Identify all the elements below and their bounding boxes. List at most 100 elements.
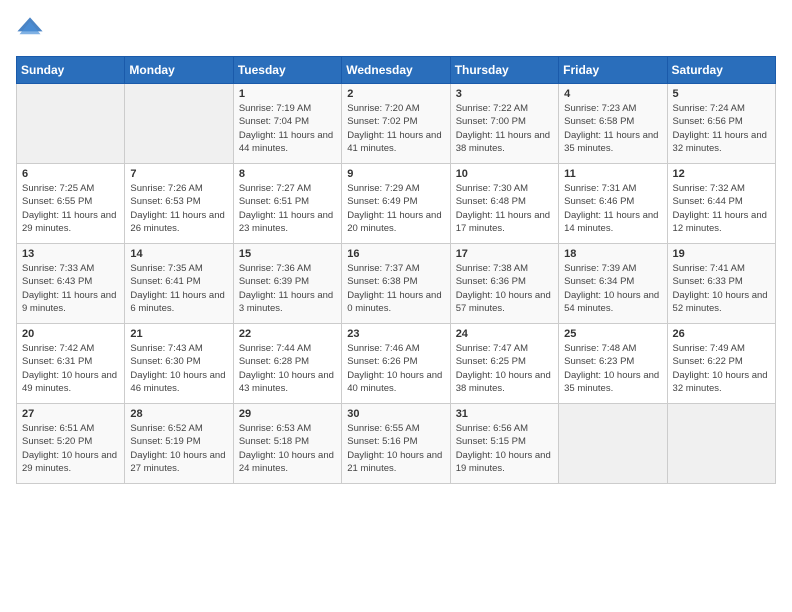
day-number: 11	[564, 168, 661, 180]
day-info: Sunrise: 7:32 AMSunset: 6:44 PMDaylight:…	[673, 182, 770, 235]
day-number: 16	[347, 248, 444, 260]
calendar-cell: 1Sunrise: 7:19 AMSunset: 7:04 PMDaylight…	[233, 84, 341, 164]
calendar-cell: 11 Sunrise: 7:31 AMSunset: 6:46 PMDayligh…	[559, 164, 667, 244]
day-number: 25	[564, 328, 661, 340]
calendar-cell	[559, 404, 667, 484]
day-number: 5	[673, 88, 770, 100]
day-number: 4	[564, 88, 661, 100]
day-number: 10	[456, 168, 553, 180]
calendar-cell: 9Sunrise: 7:29 AMSunset: 6:49 PMDaylight…	[342, 164, 450, 244]
calendar-cell	[17, 84, 125, 164]
calendar-cell: 30 Sunrise: 6:55 AMSunset: 5:16 PMDayligh…	[342, 404, 450, 484]
day-of-week-friday: Friday	[559, 57, 667, 84]
day-of-week-tuesday: Tuesday	[233, 57, 341, 84]
day-number: 3	[456, 88, 553, 100]
day-number: 26	[673, 328, 770, 340]
day-number: 28	[130, 408, 227, 420]
day-number: 14	[130, 248, 227, 260]
day-info: Sunrise: 7:39 AMSunset: 6:34 PMDaylight:…	[564, 262, 661, 315]
day-number: 18	[564, 248, 661, 260]
day-info: Sunrise: 7:31 AMSunset: 6:46 PMDaylight:…	[564, 182, 661, 235]
day-number: 17	[456, 248, 553, 260]
page-header	[16, 16, 776, 44]
day-info: Sunrise: 7:26 AMSunset: 6:53 PMDaylight:…	[130, 182, 227, 235]
calendar-cell: 7 Sunrise: 7:26 AMSunset: 6:53 PMDaylight…	[125, 164, 233, 244]
calendar-cell: 15 Sunrise: 7:36 AMSunset: 6:39 PMDayligh…	[233, 244, 341, 324]
day-of-week-monday: Monday	[125, 57, 233, 84]
day-info: Sunrise: 7:42 AMSunset: 6:31 PMDaylight:…	[22, 342, 119, 395]
day-info: Sunrise: 7:44 AMSunset: 6:28 PMDaylight:…	[239, 342, 336, 395]
day-number: 19	[673, 248, 770, 260]
calendar-cell: 16 Sunrise: 7:37 AMSunset: 6:38 PMDayligh…	[342, 244, 450, 324]
day-info: Sunrise: 6:56 AMSunset: 5:15 PMDaylight:…	[456, 422, 553, 475]
day-number: 15	[239, 248, 336, 260]
day-info: Sunrise: 6:55 AMSunset: 5:16 PMDaylight:…	[347, 422, 444, 475]
calendar-table: SundayMondayTuesdayWednesdayThursdayFrid…	[16, 56, 776, 484]
calendar-cell: 17Sunrise: 7:38 AMSunset: 6:36 PMDayligh…	[450, 244, 558, 324]
day-info: Sunrise: 7:37 AMSunset: 6:38 PMDaylight:…	[347, 262, 444, 315]
day-info: Sunrise: 7:22 AMSunset: 7:00 PMDaylight:…	[456, 102, 553, 155]
day-info: Sunrise: 6:51 AMSunset: 5:20 PMDaylight:…	[22, 422, 119, 475]
calendar-cell: 24 Sunrise: 7:47 AMSunset: 6:25 PMDayligh…	[450, 324, 558, 404]
logo	[16, 16, 48, 44]
day-number: 30	[347, 408, 444, 420]
calendar-cell: 12 Sunrise: 7:32 AMSunset: 6:44 PMDayligh…	[667, 164, 775, 244]
logo-icon	[16, 16, 44, 44]
calendar-cell: 31 Sunrise: 6:56 AMSunset: 5:15 PMDayligh…	[450, 404, 558, 484]
day-info: Sunrise: 7:29 AMSunset: 6:49 PMDaylight:…	[347, 182, 444, 235]
day-info: Sunrise: 7:49 AMSunset: 6:22 PMDaylight:…	[673, 342, 770, 395]
day-number: 21	[130, 328, 227, 340]
day-of-week-wednesday: Wednesday	[342, 57, 450, 84]
day-info: Sunrise: 7:27 AMSunset: 6:51 PMDaylight:…	[239, 182, 336, 235]
day-info: Sunrise: 7:30 AMSunset: 6:48 PMDaylight:…	[456, 182, 553, 235]
day-of-week-sunday: Sunday	[17, 57, 125, 84]
day-number: 6	[22, 168, 119, 180]
calendar-cell: 29 Sunrise: 6:53 AMSunset: 5:18 PMDayligh…	[233, 404, 341, 484]
day-info: Sunrise: 7:47 AMSunset: 6:25 PMDaylight:…	[456, 342, 553, 395]
day-info: Sunrise: 7:36 AMSunset: 6:39 PMDaylight:…	[239, 262, 336, 315]
calendar-cell: 26 Sunrise: 7:49 AMSunset: 6:22 PMDayligh…	[667, 324, 775, 404]
day-number: 27	[22, 408, 119, 420]
calendar-cell: 13Sunrise: 7:33 AMSunset: 6:43 PMDayligh…	[17, 244, 125, 324]
calendar-cell	[125, 84, 233, 164]
day-info: Sunrise: 6:52 AMSunset: 5:19 PMDaylight:…	[130, 422, 227, 475]
calendar-cell: 22 Sunrise: 7:44 AMSunset: 6:28 PMDayligh…	[233, 324, 341, 404]
calendar-cell: 4 Sunrise: 7:23 AMSunset: 6:58 PMDaylight…	[559, 84, 667, 164]
day-info: Sunrise: 7:33 AMSunset: 6:43 PMDaylight:…	[22, 262, 119, 315]
day-number: 7	[130, 168, 227, 180]
calendar-cell: 20 Sunrise: 7:42 AMSunset: 6:31 PMDayligh…	[17, 324, 125, 404]
calendar-cell: 8Sunrise: 7:27 AMSunset: 6:51 PMDaylight…	[233, 164, 341, 244]
calendar-cell: 19 Sunrise: 7:41 AMSunset: 6:33 PMDayligh…	[667, 244, 775, 324]
day-info: Sunrise: 7:24 AMSunset: 6:56 PMDaylight:…	[673, 102, 770, 155]
day-number: 31	[456, 408, 553, 420]
calendar-cell: 10 Sunrise: 7:30 AMSunset: 6:48 PMDayligh…	[450, 164, 558, 244]
calendar-cell: 23 Sunrise: 7:46 AMSunset: 6:26 PMDayligh…	[342, 324, 450, 404]
day-number: 1	[239, 88, 336, 100]
day-info: Sunrise: 7:20 AMSunset: 7:02 PMDaylight:…	[347, 102, 444, 155]
calendar-cell: 28 Sunrise: 6:52 AMSunset: 5:19 PMDayligh…	[125, 404, 233, 484]
day-number: 24	[456, 328, 553, 340]
day-number: 20	[22, 328, 119, 340]
day-info: Sunrise: 7:25 AMSunset: 6:55 PMDaylight:…	[22, 182, 119, 235]
calendar-cell: 18 Sunrise: 7:39 AMSunset: 6:34 PMDayligh…	[559, 244, 667, 324]
day-info: Sunrise: 7:23 AMSunset: 6:58 PMDaylight:…	[564, 102, 661, 155]
day-info: Sunrise: 6:53 AMSunset: 5:18 PMDaylight:…	[239, 422, 336, 475]
day-number: 2	[347, 88, 444, 100]
calendar-cell: 2 Sunrise: 7:20 AMSunset: 7:02 PMDaylight…	[342, 84, 450, 164]
calendar-cell: 6 Sunrise: 7:25 AMSunset: 6:55 PMDaylight…	[17, 164, 125, 244]
day-info: Sunrise: 7:46 AMSunset: 6:26 PMDaylight:…	[347, 342, 444, 395]
calendar-cell: 21 Sunrise: 7:43 AMSunset: 6:30 PMDayligh…	[125, 324, 233, 404]
calendar-cell: 14 Sunrise: 7:35 AMSunset: 6:41 PMDayligh…	[125, 244, 233, 324]
day-of-week-saturday: Saturday	[667, 57, 775, 84]
calendar-cell: 5 Sunrise: 7:24 AMSunset: 6:56 PMDaylight…	[667, 84, 775, 164]
day-info: Sunrise: 7:35 AMSunset: 6:41 PMDaylight:…	[130, 262, 227, 315]
day-info: Sunrise: 7:41 AMSunset: 6:33 PMDaylight:…	[673, 262, 770, 315]
day-number: 23	[347, 328, 444, 340]
day-number: 12	[673, 168, 770, 180]
day-of-week-thursday: Thursday	[450, 57, 558, 84]
day-number: 29	[239, 408, 336, 420]
calendar-cell	[667, 404, 775, 484]
calendar-cell: 25Sunrise: 7:48 AMSunset: 6:23 PMDayligh…	[559, 324, 667, 404]
day-info: Sunrise: 7:43 AMSunset: 6:30 PMDaylight:…	[130, 342, 227, 395]
day-number: 22	[239, 328, 336, 340]
